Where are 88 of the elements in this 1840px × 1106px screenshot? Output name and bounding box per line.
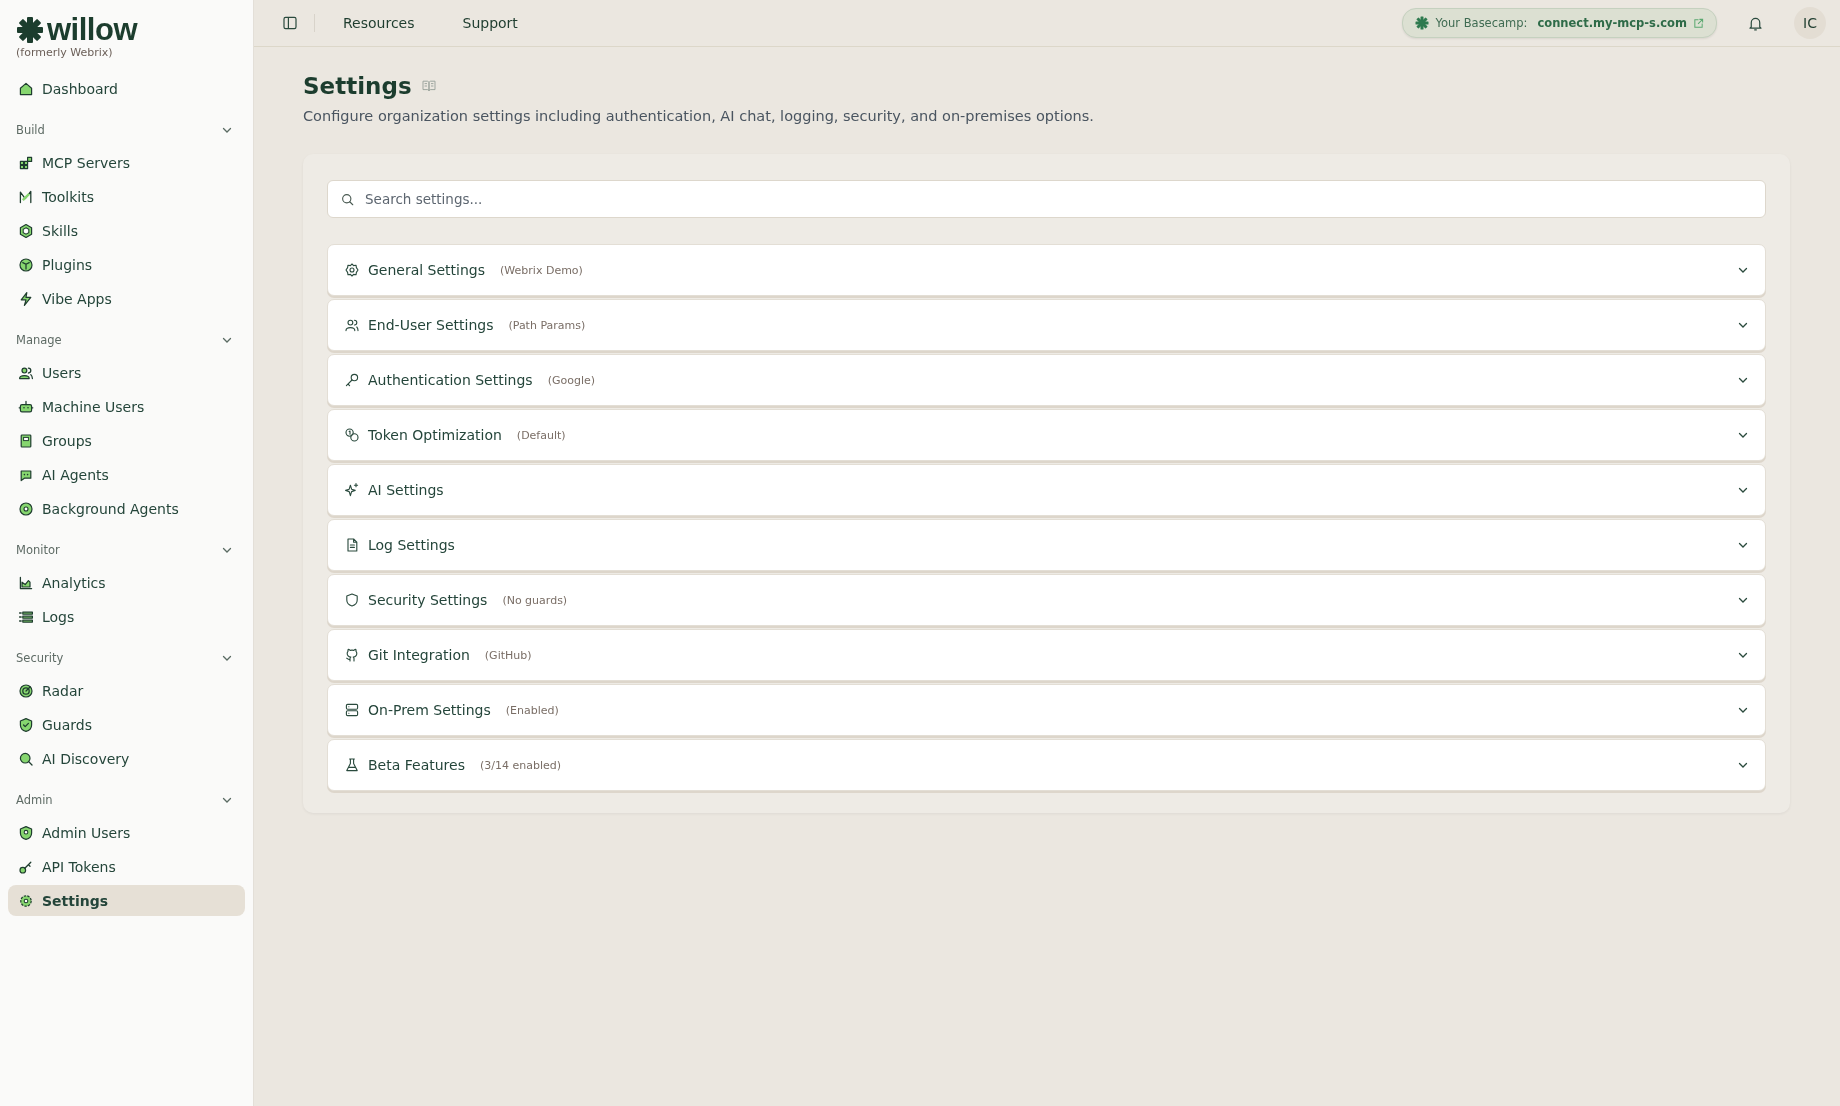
nav-item[interactable]: Radar	[8, 675, 245, 706]
nav-item[interactable]: Users	[8, 357, 245, 388]
section-title: Log Settings	[368, 537, 455, 553]
zigzag-icon	[18, 188, 34, 205]
section-title: Security	[16, 651, 64, 665]
nav-item[interactable]: Guards	[8, 709, 245, 740]
blocks-icon	[18, 154, 34, 171]
shield-icon	[344, 592, 360, 608]
logo-name: willow	[47, 14, 137, 46]
section-summary: (Google)	[547, 373, 596, 387]
section-summary: (3/14 enabled)	[479, 758, 561, 772]
settings-section-header[interactable]: Git Integration (GitHub)	[327, 629, 1766, 681]
server-icon	[344, 702, 360, 718]
search-icon	[340, 191, 355, 207]
nav-item[interactable]: Machine Users	[8, 391, 245, 422]
hexagon-icon	[18, 222, 34, 239]
logo-icon	[1415, 16, 1430, 30]
section-summary: (GitHub)	[484, 648, 532, 662]
settings-section-header[interactable]: Token Optimization (Default)	[327, 409, 1766, 461]
section-title: Admin	[16, 793, 53, 807]
user-avatar[interactable]: IC	[1794, 7, 1826, 39]
chart-icon	[18, 574, 34, 591]
settings-section-header[interactable]: Log Settings	[327, 519, 1766, 571]
nav-item[interactable]: Toolkits	[8, 181, 245, 212]
document-icon	[344, 537, 360, 553]
nav-item[interactable]: MCP Servers	[8, 147, 245, 178]
radar-icon	[18, 682, 34, 699]
nav-item[interactable]: Admin Users	[8, 817, 245, 848]
coins-icon	[344, 427, 360, 443]
section-title: Git Integration	[368, 647, 470, 663]
nav-item[interactable]: Dashboard	[8, 73, 245, 104]
sparkles-icon	[344, 482, 360, 498]
nav-item[interactable]: Logs	[8, 601, 245, 632]
nav-item[interactable]: Plugins	[8, 249, 245, 280]
nav-item[interactable]: Vibe Apps	[8, 283, 245, 314]
section-summary: (Default)	[516, 428, 566, 442]
section-summary: (Path Params)	[508, 318, 586, 332]
settings-section-header[interactable]: Authentication Settings (Google)	[327, 354, 1766, 406]
lightning-icon	[18, 290, 34, 307]
section-title: On-Prem Settings	[368, 702, 491, 718]
gear-icon	[18, 892, 34, 909]
flask-icon	[344, 757, 360, 773]
nav-item[interactable]: Background Agents	[8, 493, 245, 524]
home-icon	[18, 80, 34, 97]
settings-section-header[interactable]: Security Settings (No guards)	[327, 574, 1766, 626]
section-title: General Settings	[368, 262, 486, 278]
basecamp-label: Your Basecamp:	[1435, 16, 1528, 30]
settings-section-header[interactable]: End-User Settings (Path Params)	[327, 299, 1766, 351]
page-title: Settings	[303, 73, 412, 99]
settings-section-header[interactable]: Beta Features (3/14 enabled)	[327, 739, 1766, 791]
page-description: Configure organization settings including authentication, AI chat, logging, security, and on-premises options.	[303, 108, 1095, 124]
section-title: Beta Features	[368, 757, 465, 773]
settings-section-header[interactable]: On-Prem Settings (Enabled)	[327, 684, 1766, 736]
logo-subtitle: (formerly Webrix)	[16, 46, 114, 59]
settings-section-header[interactable]: General Settings (Webrix Demo)	[327, 244, 1766, 296]
users-icon	[344, 317, 360, 333]
section-summary: (Enabled)	[505, 703, 559, 717]
section-title: End-User Settings	[368, 317, 494, 333]
github-icon	[344, 647, 360, 663]
settings-section-header[interactable]: AI Settings	[327, 464, 1766, 516]
section-title: Build	[16, 123, 45, 137]
section-title: Security Settings	[368, 592, 488, 608]
nav-link[interactable]: Support	[462, 15, 518, 31]
nav-item[interactable]: AI Discovery	[8, 743, 245, 774]
section-title: Token Optimization	[368, 427, 502, 443]
nav-link[interactable]: Resources	[343, 15, 415, 31]
section-title: Monitor	[16, 543, 60, 557]
key-icon	[344, 372, 360, 388]
section-summary: (No guards)	[502, 593, 568, 607]
nav-item[interactable]: Groups	[8, 425, 245, 456]
section-title: Manage	[16, 333, 62, 347]
nav-item[interactable]: Analytics	[8, 567, 245, 598]
nav-item[interactable]: Settings	[8, 885, 245, 916]
sidebar-toggle-icon[interactable]	[282, 15, 298, 31]
robot-icon	[18, 398, 34, 415]
shield-icon	[18, 716, 34, 733]
section-summary: (Webrix Demo)	[500, 263, 583, 277]
shield-user-icon	[18, 824, 34, 841]
section-title: AI Settings	[368, 482, 444, 498]
gear-icon	[344, 262, 360, 278]
nav-item[interactable]: API Tokens	[8, 851, 245, 882]
book-icon	[18, 432, 34, 449]
external-link-icon	[1693, 17, 1704, 29]
nav-item[interactable]: AI Agents	[8, 459, 245, 490]
section-title: Authentication Settings	[368, 372, 533, 388]
search-icon	[18, 750, 34, 767]
nav-item[interactable]: Skills	[8, 215, 245, 246]
basecamp-link[interactable]: connect.my-mcp-s.com	[1537, 16, 1687, 30]
